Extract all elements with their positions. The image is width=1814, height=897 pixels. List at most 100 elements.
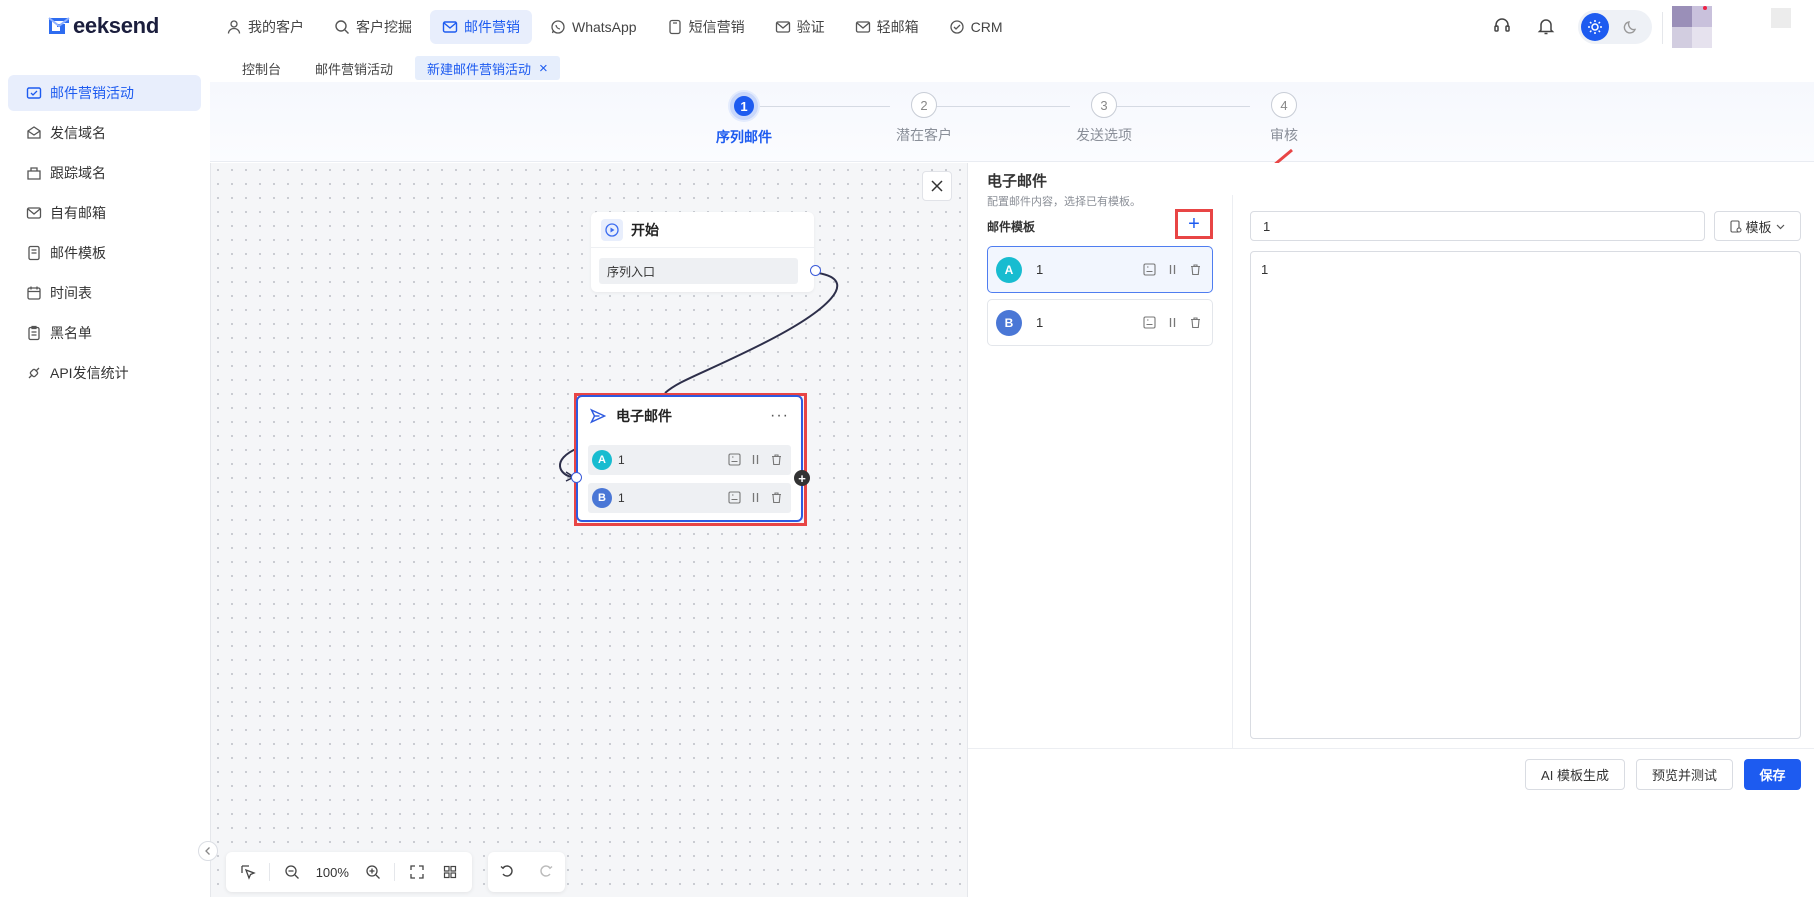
templates-label: 邮件模板: [987, 220, 1036, 234]
trash-icon[interactable]: [1189, 316, 1202, 329]
email-variant-row[interactable]: A 1: [588, 445, 791, 475]
save-button[interactable]: 保存: [1744, 759, 1801, 790]
close-tab-icon[interactable]: ×: [539, 60, 548, 77]
add-template-button[interactable]: +: [1175, 209, 1213, 239]
fullscreen-icon[interactable]: [405, 859, 428, 885]
sidebar-item-track-domain[interactable]: 跟踪域名: [8, 155, 201, 191]
nav-my-customers[interactable]: 我的客户: [214, 10, 316, 44]
trash-icon[interactable]: [770, 491, 783, 504]
grid-layout-icon[interactable]: [439, 859, 462, 885]
redo-icon[interactable]: [538, 863, 554, 882]
template-card-a[interactable]: A 1: [987, 246, 1213, 293]
add-next-node-button[interactable]: +: [794, 470, 810, 486]
zoom-in-icon[interactable]: [361, 859, 384, 885]
template-icon: [1730, 219, 1742, 233]
start-output-port[interactable]: [810, 265, 821, 276]
light-mail-icon: [855, 21, 870, 33]
flow-canvas[interactable]: [210, 163, 967, 897]
bell-icon[interactable]: [1536, 16, 1556, 36]
variant-name: 1: [618, 491, 625, 505]
email-node[interactable]: 电子邮件 ··· A 1 B 1: [576, 395, 803, 522]
email-input-port[interactable]: [571, 472, 582, 483]
trash-icon[interactable]: [770, 453, 783, 466]
sidebar-item-api-stats[interactable]: API发信统计: [8, 355, 201, 391]
pause-icon[interactable]: [749, 491, 762, 504]
step-send-options[interactable]: 3 发送选项: [1064, 92, 1144, 145]
crm-icon: [949, 20, 964, 34]
zoom-out-icon[interactable]: [280, 859, 303, 885]
nav-customer-mining[interactable]: 客户挖掘: [322, 10, 424, 44]
moon-icon[interactable]: [1620, 16, 1642, 38]
user-icon: [227, 20, 241, 34]
notification-dot: [1703, 6, 1707, 10]
pause-icon[interactable]: [749, 453, 762, 466]
zoom-level: 100%: [315, 864, 349, 880]
choose-template-button[interactable]: 模板: [1714, 211, 1801, 241]
canvas-toolbar: 100%: [226, 852, 472, 892]
step-review[interactable]: 4 审核: [1244, 92, 1324, 145]
sidebar-item-blacklist[interactable]: 黑名单: [8, 315, 201, 351]
tab-email-campaigns[interactable]: 邮件营销活动: [303, 56, 405, 80]
close-canvas-button[interactable]: [922, 171, 952, 201]
sidebar-item-email-templates[interactable]: 邮件模板: [8, 235, 201, 271]
sidebar-item-own-mailbox[interactable]: 自有邮箱: [8, 195, 201, 231]
logo-icon: [48, 16, 72, 36]
sidebar-item-send-domain[interactable]: 发信域名: [8, 115, 201, 151]
pause-icon[interactable]: [1166, 263, 1179, 276]
template-name: 1: [1036, 315, 1044, 330]
logo-text: eeksend: [73, 13, 159, 38]
plus-icon: +: [1188, 212, 1200, 235]
send-icon: [590, 408, 606, 424]
step-sequence-emails[interactable]: 1 序列邮件: [704, 92, 784, 147]
tab-new-email-campaign[interactable]: 新建邮件营销活动 ×: [415, 56, 560, 80]
preview-icon[interactable]: [728, 453, 741, 466]
preview-icon[interactable]: [728, 491, 741, 504]
sidebar-item-schedule[interactable]: 时间表: [8, 275, 201, 311]
undo-icon[interactable]: [499, 863, 515, 882]
start-node[interactable]: 开始 序列入口: [591, 212, 814, 292]
sidebar-item-email-campaigns[interactable]: 邮件营销活动: [8, 75, 201, 111]
template-card-b[interactable]: B 1: [987, 299, 1213, 346]
template-badge-a: A: [996, 256, 1022, 283]
email-body-editor[interactable]: 1: [1250, 251, 1801, 739]
step-prospects[interactable]: 2 潜在客户: [884, 92, 964, 145]
headset-icon[interactable]: [1492, 16, 1512, 36]
nav-email-marketing[interactable]: 邮件营销: [430, 10, 532, 44]
sequence-entry: 序列入口: [599, 258, 798, 284]
top-bar: eeksend 我的客户 客户挖掘 邮件营销 WhatsApp 短信营销 验证: [0, 0, 1814, 52]
nav-crm[interactable]: CRM: [937, 10, 1015, 44]
track-domain-icon: [27, 167, 41, 180]
search-icon: [335, 20, 349, 34]
panel-divider: [1232, 195, 1233, 748]
sun-icon[interactable]: [1581, 13, 1609, 41]
main-nav: 我的客户 客户挖掘 邮件营销 WhatsApp 短信营销 验证 轻邮箱 CRM: [214, 10, 1014, 44]
pause-icon[interactable]: [1166, 316, 1179, 329]
variant-name: 1: [618, 453, 625, 467]
nav-whatsapp[interactable]: WhatsApp: [538, 10, 649, 44]
variant-badge-b: B: [592, 488, 612, 508]
preview-icon[interactable]: [1143, 263, 1156, 276]
campaign-icon: [26, 87, 42, 99]
ai-generate-button[interactable]: AI 模板生成: [1525, 759, 1625, 790]
sidebar: 邮件营销活动 发信域名 跟踪域名 自有邮箱 邮件模板 时间表 黑名单 API发信…: [0, 70, 210, 897]
window-control[interactable]: [1771, 8, 1791, 28]
nav-verify[interactable]: 验证: [763, 10, 837, 44]
avatar[interactable]: [1672, 6, 1712, 48]
header-divider: [1662, 12, 1663, 44]
nav-light-mailbox[interactable]: 轻邮箱: [843, 10, 931, 44]
theme-toggle[interactable]: [1578, 10, 1652, 44]
collapse-sidebar-button[interactable]: [198, 841, 218, 861]
subject-input[interactable]: [1250, 211, 1705, 241]
whatsapp-icon: [551, 20, 565, 34]
tab-console[interactable]: 控制台: [230, 56, 293, 80]
email-variant-row[interactable]: B 1: [588, 483, 791, 513]
select-tool-icon[interactable]: [236, 859, 259, 885]
trash-icon[interactable]: [1189, 263, 1202, 276]
preview-test-button[interactable]: 预览并测试: [1636, 759, 1733, 790]
calendar-icon: [27, 286, 41, 300]
nav-sms-marketing[interactable]: 短信营销: [655, 10, 757, 44]
preview-icon[interactable]: [1143, 316, 1156, 329]
logo[interactable]: eeksend: [48, 13, 159, 39]
template-name: 1: [1036, 262, 1044, 277]
more-icon[interactable]: ···: [770, 407, 789, 425]
